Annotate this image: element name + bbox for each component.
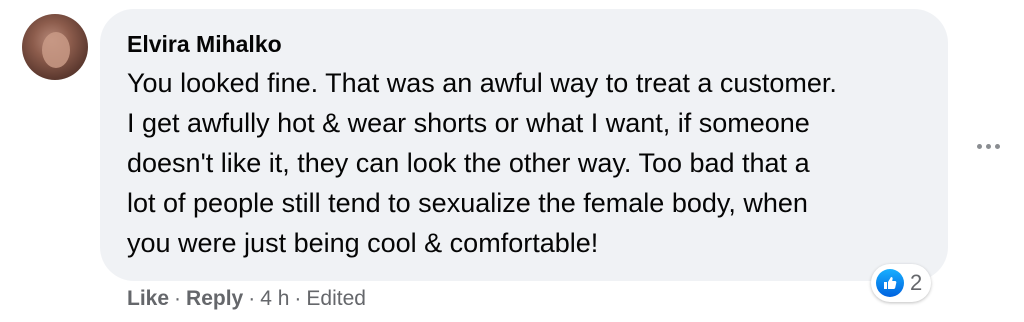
comment-line: I get awfully hot & wear shorts or what … [127,108,810,138]
comment-line: You looked fine. That was an awful way t… [127,68,837,98]
comment-line: you were just being cool & comfortable! [127,228,599,258]
comment-line: lot of people still tend to sexualize th… [127,188,808,218]
reactions-badge[interactable]: 2 [871,264,932,302]
like-icon [876,269,904,297]
separator: · [248,287,256,310]
separator: · [294,287,302,310]
comment-bubble: Elvira Mihalko You looked fine. That was… [100,9,948,281]
comment-actions: Like · Reply · 4 h · Edited [127,287,366,311]
separator: · [174,287,182,310]
edited-label[interactable]: Edited [306,287,366,311]
reaction-count: 2 [910,270,923,295]
comment-text: You looked fine. That was an awful way t… [127,63,937,263]
avatar[interactable] [22,14,88,80]
comment-author[interactable]: Elvira Mihalko [127,31,282,58]
timestamp[interactable]: 4 h [260,287,289,311]
avatar-photo [42,32,70,68]
reply-button[interactable]: Reply [186,287,243,311]
like-button[interactable]: Like [127,287,169,311]
more-options-icon[interactable] [972,138,1004,154]
comment-line: doesn't like it, they can look the other… [127,148,810,178]
